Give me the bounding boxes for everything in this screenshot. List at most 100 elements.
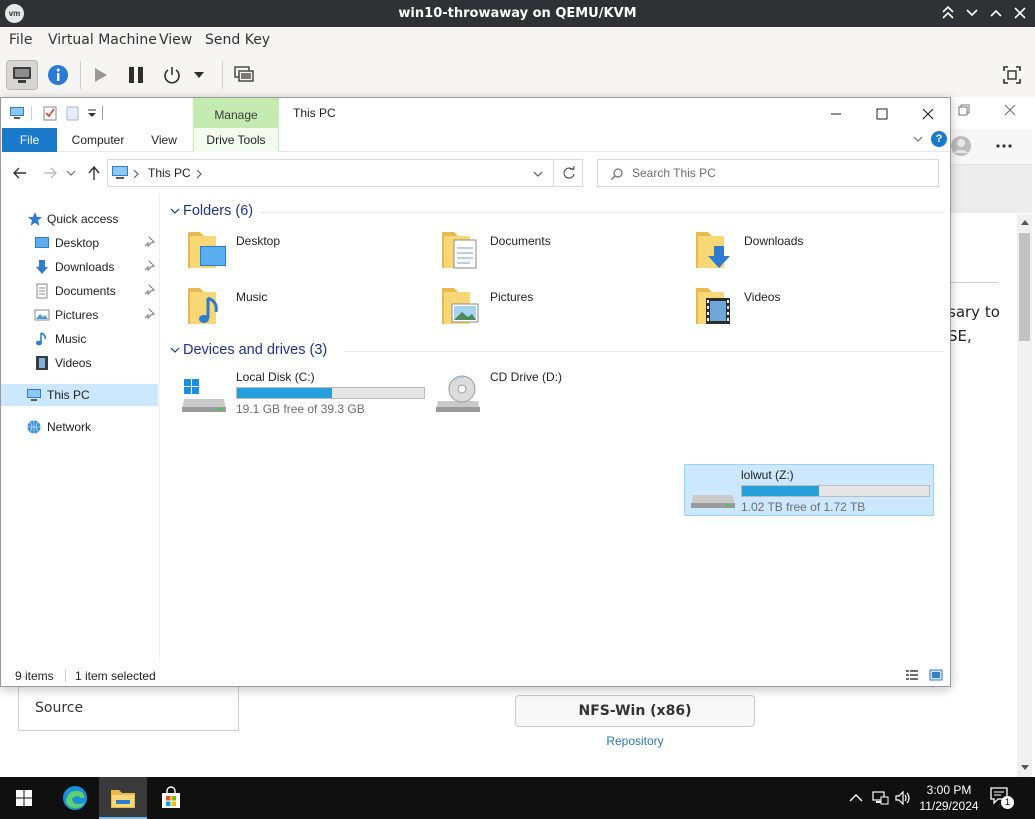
menu-virtual-machine[interactable]: Virtual Machine [48, 32, 157, 48]
fullscreen-button[interactable] [996, 60, 1028, 90]
pin-icon[interactable] [143, 308, 155, 320]
source-panel[interactable]: Source [18, 686, 239, 731]
search-box[interactable] [597, 159, 939, 187]
scrollbar-thumb[interactable] [1019, 233, 1030, 341]
more-options-icon[interactable] [996, 143, 1012, 149]
nav-item-videos[interactable]: Videos [1, 352, 158, 374]
nav-label: Downloads [55, 260, 115, 274]
folder-pictures[interactable]: Pictures [440, 284, 680, 330]
action-center-button[interactable]: 1 [990, 787, 1014, 809]
refresh-button[interactable] [555, 159, 583, 187]
network-status-icon[interactable] [871, 789, 889, 807]
console-view-button[interactable] [6, 60, 38, 90]
pin-icon[interactable] [143, 260, 155, 272]
nav-item-downloads[interactable]: Downloads [1, 256, 158, 278]
breadcrumb-chevron-icon[interactable] [195, 169, 203, 179]
run-button[interactable] [84, 60, 116, 90]
breadcrumb-chevron-icon[interactable] [132, 169, 140, 179]
expand-ribbon-icon[interactable] [911, 132, 925, 146]
nav-item-this-pc[interactable]: This PC [1, 384, 158, 406]
tab-manage[interactable]: Manage [193, 98, 279, 128]
volume-icon[interactable] [894, 789, 912, 807]
minimize-icon[interactable] [962, 3, 982, 23]
menu-view[interactable]: View [159, 32, 192, 48]
close-icon[interactable] [1010, 3, 1030, 23]
details-view-icon[interactable] [905, 668, 919, 682]
drive-cd-d[interactable]: CD Drive (D:) [434, 367, 684, 419]
shutdown-menu-button[interactable] [188, 60, 210, 90]
help-icon[interactable]: ? [931, 131, 947, 147]
address-history-icon[interactable] [532, 168, 544, 180]
menu-send-key[interactable]: Send Key [205, 32, 270, 48]
maximize-icon[interactable] [986, 3, 1006, 23]
nav-item-desktop[interactable]: Desktop [1, 232, 158, 254]
videos-icon [36, 356, 48, 370]
info-icon [48, 65, 68, 85]
nav-item-music[interactable]: Music [1, 328, 158, 350]
menu-file[interactable]: File [9, 32, 32, 48]
search-input[interactable] [632, 164, 922, 182]
properties-icon[interactable] [42, 105, 58, 121]
tab-computer[interactable]: Computer [63, 128, 133, 152]
keep-above-icon[interactable] [938, 3, 958, 23]
customize-quick-access-icon[interactable] [85, 105, 101, 121]
snapshots-button[interactable] [228, 60, 260, 90]
shutdown-button[interactable] [156, 60, 188, 90]
drive-local-disk-c[interactable]: Local Disk (C:) 19.1 GB free of 39.3 GB [180, 367, 430, 419]
drives-group-header[interactable]: Devices and drives (3) [169, 341, 944, 361]
folder-videos[interactable]: Videos [694, 284, 934, 330]
folder-music[interactable]: Music [186, 284, 426, 330]
pin-icon[interactable] [143, 236, 155, 248]
nav-label: Quick access [47, 212, 119, 226]
nav-item-documents[interactable]: Documents [1, 280, 158, 302]
folders-group-header[interactable]: Folders (6) [169, 202, 944, 222]
scroll-up-icon[interactable] [1020, 218, 1030, 226]
address-bar[interactable]: This PC [107, 159, 554, 187]
nav-item-pictures[interactable]: Pictures [1, 304, 158, 326]
group-divider [344, 351, 944, 352]
restore-icon[interactable] [954, 100, 974, 120]
drive-lolwut-z[interactable]: lolwut (Z:) 1.02 TB free of 1.72 TB [684, 464, 934, 516]
large-icons-view-icon[interactable] [929, 668, 943, 682]
breadcrumb-this-pc[interactable]: This PC [148, 166, 191, 180]
music-icon [36, 332, 46, 346]
folder-name: Music [236, 290, 268, 304]
nfs-win-download-button[interactable]: NFS-Win (x86) [515, 695, 755, 727]
chevron-up-icon[interactable] [847, 789, 865, 807]
nav-item-quick-access[interactable]: Quick access [1, 208, 158, 230]
taskbar-edge[interactable] [51, 777, 99, 819]
nav-item-network[interactable]: Network [1, 416, 158, 438]
repository-link[interactable]: Repository [515, 734, 755, 748]
details-view-button[interactable] [42, 60, 74, 90]
group-divider [261, 212, 944, 213]
taskbar-clock[interactable]: 3:00 PM 11/29/2024 [914, 782, 984, 814]
group-title: Devices and drives (3) [183, 342, 328, 358]
this-pc-icon [10, 107, 24, 119]
forward-arrow-icon[interactable] [41, 164, 59, 182]
tab-drive-tools[interactable]: Drive Tools [193, 128, 279, 152]
profile-avatar-icon[interactable] [950, 135, 972, 157]
new-folder-icon[interactable] [65, 105, 81, 121]
close-icon[interactable] [917, 103, 939, 125]
folder-documents[interactable]: Documents [440, 228, 680, 274]
folder-name: Pictures [490, 290, 534, 304]
nav-label: Documents [55, 284, 116, 298]
taskbar-store[interactable] [147, 777, 195, 819]
pause-button[interactable] [120, 60, 152, 90]
folder-desktop[interactable]: Desktop [186, 228, 426, 274]
up-arrow-icon[interactable] [85, 164, 103, 182]
minimize-icon[interactable] [825, 103, 847, 125]
recent-locations-icon[interactable] [65, 164, 77, 182]
tab-file[interactable]: File [2, 128, 57, 152]
start-button[interactable] [0, 777, 48, 819]
tab-view[interactable]: View [141, 128, 187, 152]
folder-downloads[interactable]: Downloads [694, 228, 934, 274]
pin-icon[interactable] [143, 284, 155, 296]
back-arrow-icon[interactable] [11, 164, 29, 182]
close-icon[interactable] [1000, 100, 1020, 120]
windows-drive-icon [182, 379, 226, 412]
scroll-down-icon[interactable] [1020, 764, 1030, 772]
pause-icon [129, 67, 143, 83]
taskbar-file-explorer[interactable] [99, 777, 147, 819]
maximize-icon[interactable] [871, 103, 893, 125]
